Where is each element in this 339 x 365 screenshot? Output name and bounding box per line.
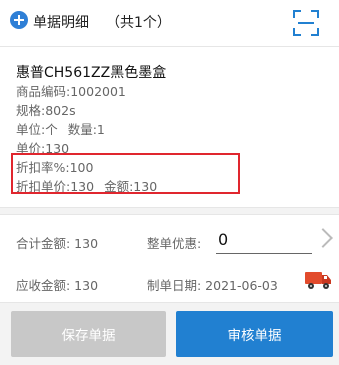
summary-panel: 合计金额: 130 整单优惠: 应收金额: 130 制单日期: 2021-06-… — [0, 214, 339, 303]
header-title: 单据明细 — [33, 15, 89, 31]
discount-input[interactable] — [216, 225, 312, 254]
save-button[interactable]: 保存单据 — [11, 311, 166, 357]
item-quantity: 数量:1 — [67, 122, 105, 137]
add-circle-icon[interactable] — [10, 11, 28, 29]
created-date: 制单日期: 2021-06-03 — [147, 278, 278, 293]
scan-icon[interactable] — [293, 10, 319, 36]
item-code: 商品编码:1002001 — [16, 84, 126, 99]
item-name: 惠普CH561ZZ黑色墨盒 — [16, 65, 167, 81]
receivable-amount: 应收金额: 130 — [16, 278, 99, 293]
highlight-box — [11, 153, 240, 194]
item-spec: 规格:802s — [16, 103, 76, 118]
approve-button[interactable]: 审核单据 — [176, 311, 333, 357]
item-count: （共1个） — [106, 15, 171, 31]
total-amount: 合计金额: 130 — [16, 236, 99, 251]
item-card[interactable]: 惠普CH561ZZ黑色墨盒 商品编码:1002001 规格:802s 单位:个数… — [0, 47, 339, 208]
item-unit-qty: 单位:个 数量:1 — [16, 119, 105, 138]
header-bar: 单据明细 （共1个） — [0, 0, 339, 47]
truck-icon[interactable] — [304, 267, 332, 291]
discount-label: 整单优惠: — [147, 236, 202, 251]
item-unit: 单位:个 — [16, 122, 58, 137]
chevron-right-icon[interactable] — [313, 228, 333, 248]
